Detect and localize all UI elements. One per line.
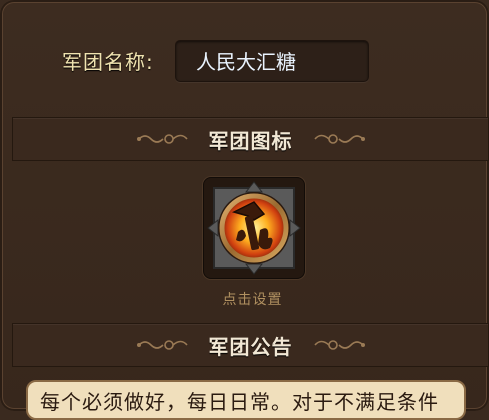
notice-section-header: 军团公告 [12, 323, 489, 367]
legion-name-field[interactable]: 人民大汇糖 [175, 40, 369, 82]
flaming-hammer-icon [207, 181, 301, 275]
right-ornament-icon [313, 340, 365, 350]
emblem-button[interactable] [203, 177, 305, 279]
left-ornament-icon [136, 134, 188, 144]
notice-section-title: 军团公告 [208, 334, 293, 359]
emblem-section-title: 军团图标 [208, 128, 293, 153]
set-emblem-label[interactable]: 点击设置 [0, 289, 489, 309]
emblem-section-header: 军团图标 [12, 117, 489, 161]
legion-name-label: 军团名称: [62, 49, 154, 74]
legion-settings-panel: 军团名称: 人民大汇糖 军团图标 点击设置 军团公告 每个必须做好，每日日常。对… [0, 0, 489, 420]
left-ornament-icon [136, 340, 188, 350]
notice-text-area[interactable]: 每个必须做好，每日日常。对于不满足条件 [26, 380, 466, 420]
legion-name-row: 军团名称: [62, 44, 154, 76]
notice-text: 每个必须做好，每日日常。对于不满足条件 [40, 390, 439, 414]
right-ornament-icon [313, 134, 365, 144]
